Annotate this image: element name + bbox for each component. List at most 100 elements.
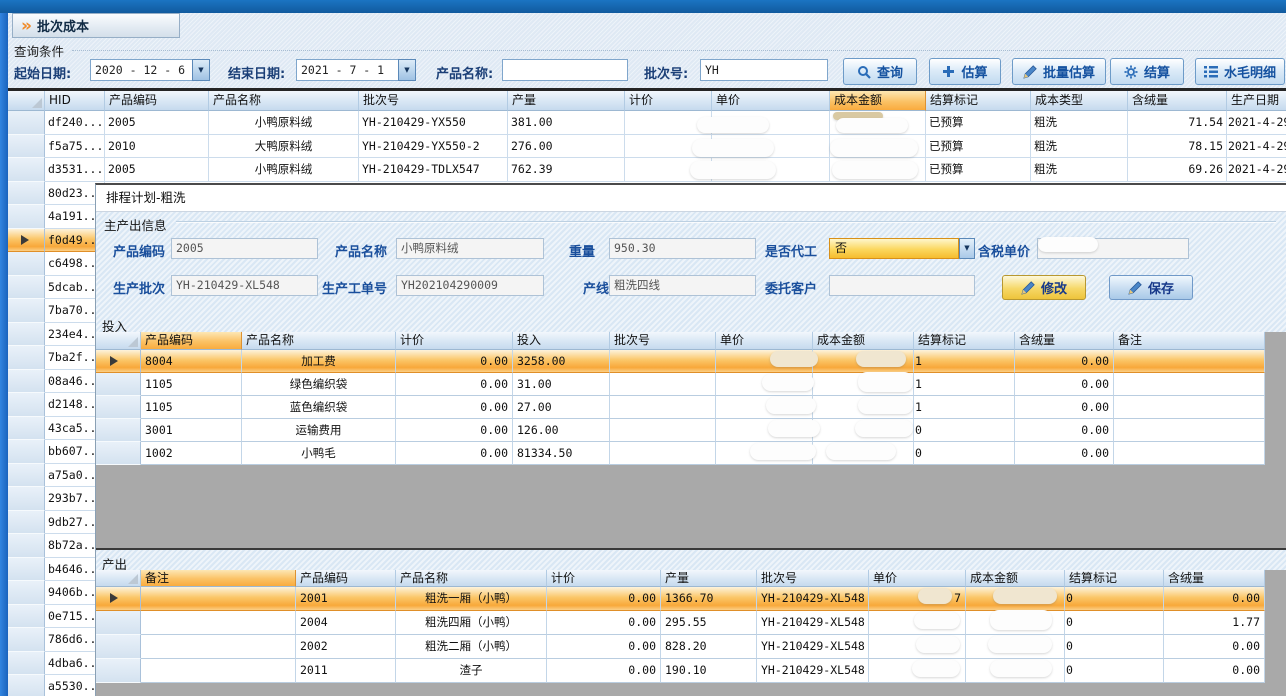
estimate-button[interactable]: 估算 (929, 58, 1001, 85)
col-settle-mark[interactable]: 结算标记 (926, 91, 1031, 111)
end-date-dropdown-icon[interactable]: ▼ (398, 59, 416, 81)
product-code-field[interactable]: 2005 (171, 238, 318, 259)
cell-name: 大鸭原料绒 (209, 135, 359, 159)
col-pricing[interactable]: 计价 (396, 332, 513, 350)
product-name-field[interactable]: 小鸭原料绒 (396, 238, 544, 259)
table-row[interactable]: 2002 粗洗二厢（小鸭） 0.00 828.20 YH-210429-XL54… (96, 635, 1265, 659)
col-batch-no[interactable]: 批次号 (757, 570, 869, 587)
table-row[interactable]: 3001 运输费用 0.00 126.00 0 0.00 (96, 419, 1265, 442)
col-down-content[interactable]: 含绒量 (1015, 332, 1114, 350)
cell-settle: 0 (914, 442, 1015, 465)
cell-batch (610, 350, 716, 373)
cell-batch: YH-210429-YX550-2 (359, 135, 508, 159)
cell-down: 69.26 (1128, 158, 1227, 182)
cell-name: 小鸭原料绒 (209, 158, 359, 182)
col-unit-price[interactable]: 单价 (869, 570, 966, 587)
batch-estimate-button[interactable]: 批量估算 (1012, 58, 1106, 85)
table-row[interactable]: 1105 蓝色编织袋 0.00 27.00 1 0.00 (96, 396, 1265, 419)
select-all-corner[interactable] (96, 332, 141, 350)
table-row[interactable]: 2004 粗洗四厢（小鸭） 0.00 295.55 YH-210429-XL54… (96, 611, 1265, 635)
batch-no-input[interactable]: YH (700, 59, 828, 81)
cell-qty: 81334.50 (513, 442, 610, 465)
col-note[interactable]: 备注 (141, 570, 296, 587)
col-product-code[interactable]: 产品编码 (141, 332, 242, 350)
cell-qty: 3258.00 (513, 350, 610, 373)
save-button[interactable]: 保存 (1109, 275, 1193, 300)
cell-qty: 828.20 (661, 635, 757, 659)
table-row[interactable]: 2011 渣子 0.00 190.10 YH-210429-XL548 0 0.… (96, 659, 1265, 683)
cell-settle: 1 (914, 373, 1015, 396)
input-table-body: 8004 加工费 0.00 3258.00 1 0.00 110 (96, 350, 1286, 465)
client-field[interactable] (829, 275, 975, 296)
product-name-input[interactable] (502, 59, 628, 81)
tab-batch-cost[interactable]: » 批次成本 (12, 13, 180, 38)
row-selector (8, 370, 45, 394)
col-input-qty[interactable]: 投入 (513, 332, 610, 350)
col-settle-mark[interactable]: 结算标记 (914, 332, 1015, 350)
is-oem-dropdown-icon[interactable]: ▼ (959, 238, 975, 259)
table-row[interactable]: df240... 2005 小鸭原料绒 YH-210429-YX550 381.… (8, 111, 1286, 135)
censor-blob (770, 351, 818, 367)
col-unit-price[interactable]: 单价 (716, 332, 813, 350)
col-cost-type[interactable]: 成本类型 (1031, 91, 1128, 111)
col-pricing[interactable]: 计价 (625, 91, 712, 111)
row-selector (8, 276, 45, 300)
censor-blob (766, 397, 816, 414)
cell-hid: f5a75... (45, 135, 105, 159)
col-down-content[interactable]: 含绒量 (1128, 91, 1227, 111)
table-row[interactable]: 2001 粗洗一厢（小鸭） 0.00 1366.70 YH-210429-XL5… (96, 587, 1265, 611)
col-cost-amount[interactable]: 成本金额 (966, 570, 1065, 587)
col-cost-amount[interactable]: 成本金额 (813, 332, 914, 350)
col-product-name[interactable]: 产品名称 (209, 91, 359, 111)
water-wool-detail-button[interactable]: 水毛明细 (1195, 58, 1285, 85)
gear-icon (1124, 65, 1138, 79)
table-row[interactable]: d3531... 2005 小鸭原料绒 YH-210429-TDLX547 76… (8, 158, 1286, 182)
col-product-code[interactable]: 产品编码 (296, 570, 396, 587)
cell-date: 2021-4-29 (1227, 111, 1286, 135)
modify-button[interactable]: 修改 (1002, 275, 1086, 300)
work-order-field[interactable]: YH202104290009 (396, 275, 544, 296)
col-hid[interactable]: HID (45, 91, 105, 111)
censor-blob (918, 588, 952, 604)
col-cost-amount[interactable]: 成本金额 (830, 91, 926, 111)
row-selector (8, 205, 45, 229)
search-button[interactable]: 查询 (843, 58, 917, 85)
row-selector (8, 487, 45, 511)
weight-field[interactable]: 950.30 (609, 238, 756, 259)
table-row[interactable]: 1105 绿色编织袋 0.00 31.00 1 0.00 (96, 373, 1265, 396)
cell-note (141, 611, 296, 635)
col-product-name[interactable]: 产品名称 (396, 570, 547, 587)
row-selector (8, 417, 45, 441)
table-row[interactable]: 8004 加工费 0.00 3258.00 1 0.00 (96, 350, 1265, 373)
col-batch-no[interactable]: 批次号 (359, 91, 508, 111)
censor-blob (858, 397, 913, 414)
table-row[interactable]: 1002 小鸭毛 0.00 81334.50 0 0.00 (96, 442, 1265, 465)
prod-line-field[interactable]: 粗洗四线 (609, 275, 756, 296)
row-selector (96, 635, 141, 659)
row-selector (8, 605, 45, 629)
cell-down: 0.00 (1015, 396, 1114, 419)
censor-blob (690, 161, 776, 179)
is-oem-select[interactable]: 否 (829, 238, 959, 259)
col-output-qty[interactable]: 产量 (661, 570, 757, 587)
row-selector (8, 135, 45, 159)
col-product-name[interactable]: 产品名称 (242, 332, 396, 350)
col-settle-mark[interactable]: 结算标记 (1065, 570, 1164, 587)
table-row[interactable]: f5a75... 2010 大鸭原料绒 YH-210429-YX550-2 27… (8, 135, 1286, 159)
col-note[interactable]: 备注 (1114, 332, 1265, 350)
select-all-corner[interactable] (96, 570, 141, 587)
col-down-content[interactable]: 含绒量 (1164, 570, 1265, 587)
cell-date: 2021-4-29 (1227, 158, 1286, 182)
col-prod-date[interactable]: 生产日期 (1227, 91, 1286, 111)
row-selector (96, 659, 141, 683)
prod-batch-field[interactable]: YH-210429-XL548 (171, 275, 318, 296)
col-batch-no[interactable]: 批次号 (610, 332, 716, 350)
settle-button[interactable]: 结算 (1110, 58, 1184, 85)
col-unit-price[interactable]: 单价 (712, 91, 830, 111)
col-product-code[interactable]: 产品编码 (105, 91, 209, 111)
start-date-dropdown-icon[interactable]: ▼ (192, 59, 210, 81)
cell-code: 2011 (296, 659, 396, 683)
col-output-qty[interactable]: 产量 (508, 91, 625, 111)
select-all-corner[interactable] (8, 91, 45, 111)
col-pricing[interactable]: 计价 (547, 570, 661, 587)
